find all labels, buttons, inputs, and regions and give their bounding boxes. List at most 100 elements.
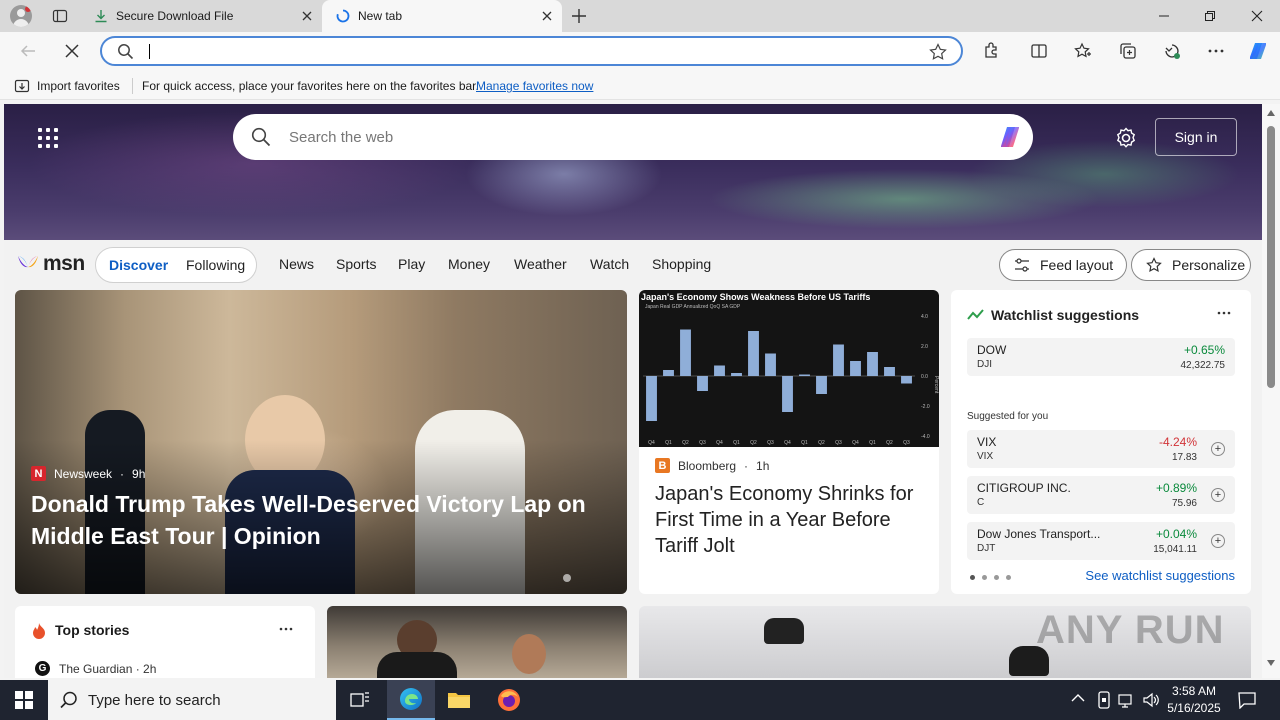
stop-loading-icon[interactable] xyxy=(61,40,83,62)
source-name: Bloomberg xyxy=(678,458,737,473)
close-window-icon[interactable] xyxy=(1234,0,1280,32)
tab-actions-icon[interactable] xyxy=(52,8,68,24)
vertical-scrollbar[interactable] xyxy=(1262,104,1280,678)
article-age: 1h xyxy=(756,458,770,473)
settings-gear-icon[interactable] xyxy=(1114,126,1138,150)
new-tab-icon[interactable] xyxy=(571,8,587,24)
tab-following[interactable]: Following xyxy=(186,257,245,273)
personalize-button[interactable]: Personalize xyxy=(1131,249,1251,281)
photo-person xyxy=(512,634,546,674)
favorites-bar: Import favorites For quick access, place… xyxy=(0,72,1280,100)
search-icon xyxy=(251,127,271,147)
import-favorites-button[interactable]: Import favorites xyxy=(14,78,120,94)
page-dot[interactable] xyxy=(970,575,975,580)
gdp-chart: Japan's Economy Shows Weakness Before US… xyxy=(639,290,939,447)
profile-avatar-icon[interactable] xyxy=(10,5,32,27)
main-article-title[interactable]: Donald Trump Takes Well-Deserved Victory… xyxy=(31,488,611,552)
scroll-up-icon[interactable] xyxy=(1267,110,1275,116)
address-bar[interactable] xyxy=(100,36,963,66)
x-tick-label: Q2 xyxy=(818,440,825,446)
nav-link-weather[interactable]: Weather xyxy=(514,256,567,272)
app-launcher-icon[interactable] xyxy=(38,128,58,148)
system-clock[interactable]: 3:58 AM 5/16/2025 xyxy=(1166,683,1222,717)
stock-symbol: DJT xyxy=(977,543,996,554)
manage-favorites-link[interactable]: Manage favorites now xyxy=(476,79,593,93)
guardian-logo-icon: G xyxy=(35,661,50,676)
favorites-icon[interactable] xyxy=(1072,40,1094,62)
notifications-icon[interactable] xyxy=(1238,691,1256,709)
news-photo-card[interactable] xyxy=(327,606,627,678)
task-view-icon[interactable] xyxy=(336,680,384,720)
nav-link-sports[interactable]: Sports xyxy=(336,256,376,272)
extensions-icon[interactable] xyxy=(980,40,1002,62)
browser-essentials-icon[interactable] xyxy=(1161,40,1183,62)
anyrun-watermark: ANY RUN xyxy=(1036,608,1225,652)
scrollbar-thumb[interactable] xyxy=(1267,126,1275,388)
tab-secure-download[interactable]: Secure Download File xyxy=(84,0,322,32)
add-to-watchlist-icon[interactable]: + xyxy=(1211,488,1225,502)
taskbar-search-box[interactable]: Type here to search xyxy=(48,680,336,720)
page-dot[interactable] xyxy=(982,575,987,580)
favorite-star-icon[interactable] xyxy=(929,43,947,61)
stock-row-citigroup[interactable]: CITIGROUP INC. C +0.89% 75.96 + xyxy=(967,476,1235,514)
clock-time: 3:58 AM xyxy=(1171,684,1217,698)
x-tick-label: Q2 xyxy=(750,440,757,446)
gdp-bar xyxy=(850,361,861,376)
tab-new-tab[interactable]: New tab xyxy=(322,0,562,32)
more-options-icon[interactable] xyxy=(1217,306,1231,320)
web-search-placeholder: Search the web xyxy=(289,129,394,146)
device-icon[interactable] xyxy=(1096,691,1112,709)
chevron-up-icon[interactable] xyxy=(1071,693,1085,703)
restore-icon[interactable] xyxy=(1187,0,1233,32)
edge-taskbar-icon[interactable] xyxy=(387,680,435,720)
stock-row-dow[interactable]: DOW DJI +0.65% 42,322.75 xyxy=(967,338,1235,376)
back-arrow-icon[interactable] xyxy=(17,40,39,62)
japan-article-title[interactable]: Japan's Economy Shrinks for First Time i… xyxy=(655,481,930,559)
copilot-icon[interactable] xyxy=(1245,38,1271,64)
volume-icon[interactable] xyxy=(1142,691,1160,709)
tab-discover[interactable]: Discover xyxy=(109,257,168,273)
personalize-label: Personalize xyxy=(1172,257,1246,273)
page-dot[interactable] xyxy=(994,575,999,580)
main-article-card[interactable]: N Newsweek · 9h Donald Trump Takes Well-… xyxy=(15,290,627,594)
page-dot[interactable] xyxy=(1006,575,1011,580)
stock-row-vix[interactable]: VIX VIX -4.24% 17.83 + xyxy=(967,430,1235,468)
see-watchlist-link[interactable]: See watchlist suggestions xyxy=(1085,568,1235,583)
nav-link-money[interactable]: Money xyxy=(448,256,490,272)
gdp-bar xyxy=(646,376,657,421)
japan-economy-card[interactable]: Japan's Economy Shows Weakness Before US… xyxy=(639,290,939,594)
photo-shirt xyxy=(377,652,457,678)
msn-logo[interactable]: msn xyxy=(16,252,85,276)
carousel-dot[interactable] xyxy=(563,574,571,582)
add-to-watchlist-icon[interactable]: + xyxy=(1211,442,1225,456)
collections-icon[interactable] xyxy=(1117,40,1139,62)
more-options-icon[interactable] xyxy=(279,622,293,636)
nav-link-watch[interactable]: Watch xyxy=(590,256,629,272)
minimize-icon[interactable] xyxy=(1141,0,1187,32)
file-explorer-icon[interactable] xyxy=(435,680,483,720)
copilot-icon[interactable] xyxy=(995,123,1025,151)
nav-link-news[interactable]: News xyxy=(279,256,314,272)
x-tick-label: Q2 xyxy=(886,440,893,446)
text-cursor xyxy=(149,44,150,59)
stock-row-djt[interactable]: Dow Jones Transport... DJT +0.04% 15,041… xyxy=(967,522,1235,560)
sign-in-button[interactable]: Sign in xyxy=(1155,118,1237,156)
scroll-down-icon[interactable] xyxy=(1267,660,1275,666)
network-icon[interactable] xyxy=(1118,692,1136,708)
tab-label: Secure Download File xyxy=(116,9,234,23)
nav-link-shopping[interactable]: Shopping xyxy=(652,256,711,272)
close-tab-icon[interactable] xyxy=(540,9,554,23)
split-screen-icon[interactable] xyxy=(1028,40,1050,62)
close-tab-icon[interactable] xyxy=(300,9,314,23)
windows-start-icon[interactable] xyxy=(0,680,48,720)
nav-link-play[interactable]: Play xyxy=(398,256,425,272)
add-to-watchlist-icon[interactable]: + xyxy=(1211,534,1225,548)
stock-change: +0.89% xyxy=(1155,481,1197,495)
firefox-icon[interactable] xyxy=(485,680,533,720)
web-search-box[interactable]: Search the web xyxy=(233,114,1033,160)
x-tick-label: Q3 xyxy=(767,440,774,446)
feed-layout-button[interactable]: Feed layout xyxy=(999,249,1127,281)
fire-icon xyxy=(31,622,47,640)
browser-toolbar xyxy=(0,32,1280,72)
more-options-icon[interactable] xyxy=(1205,40,1227,62)
